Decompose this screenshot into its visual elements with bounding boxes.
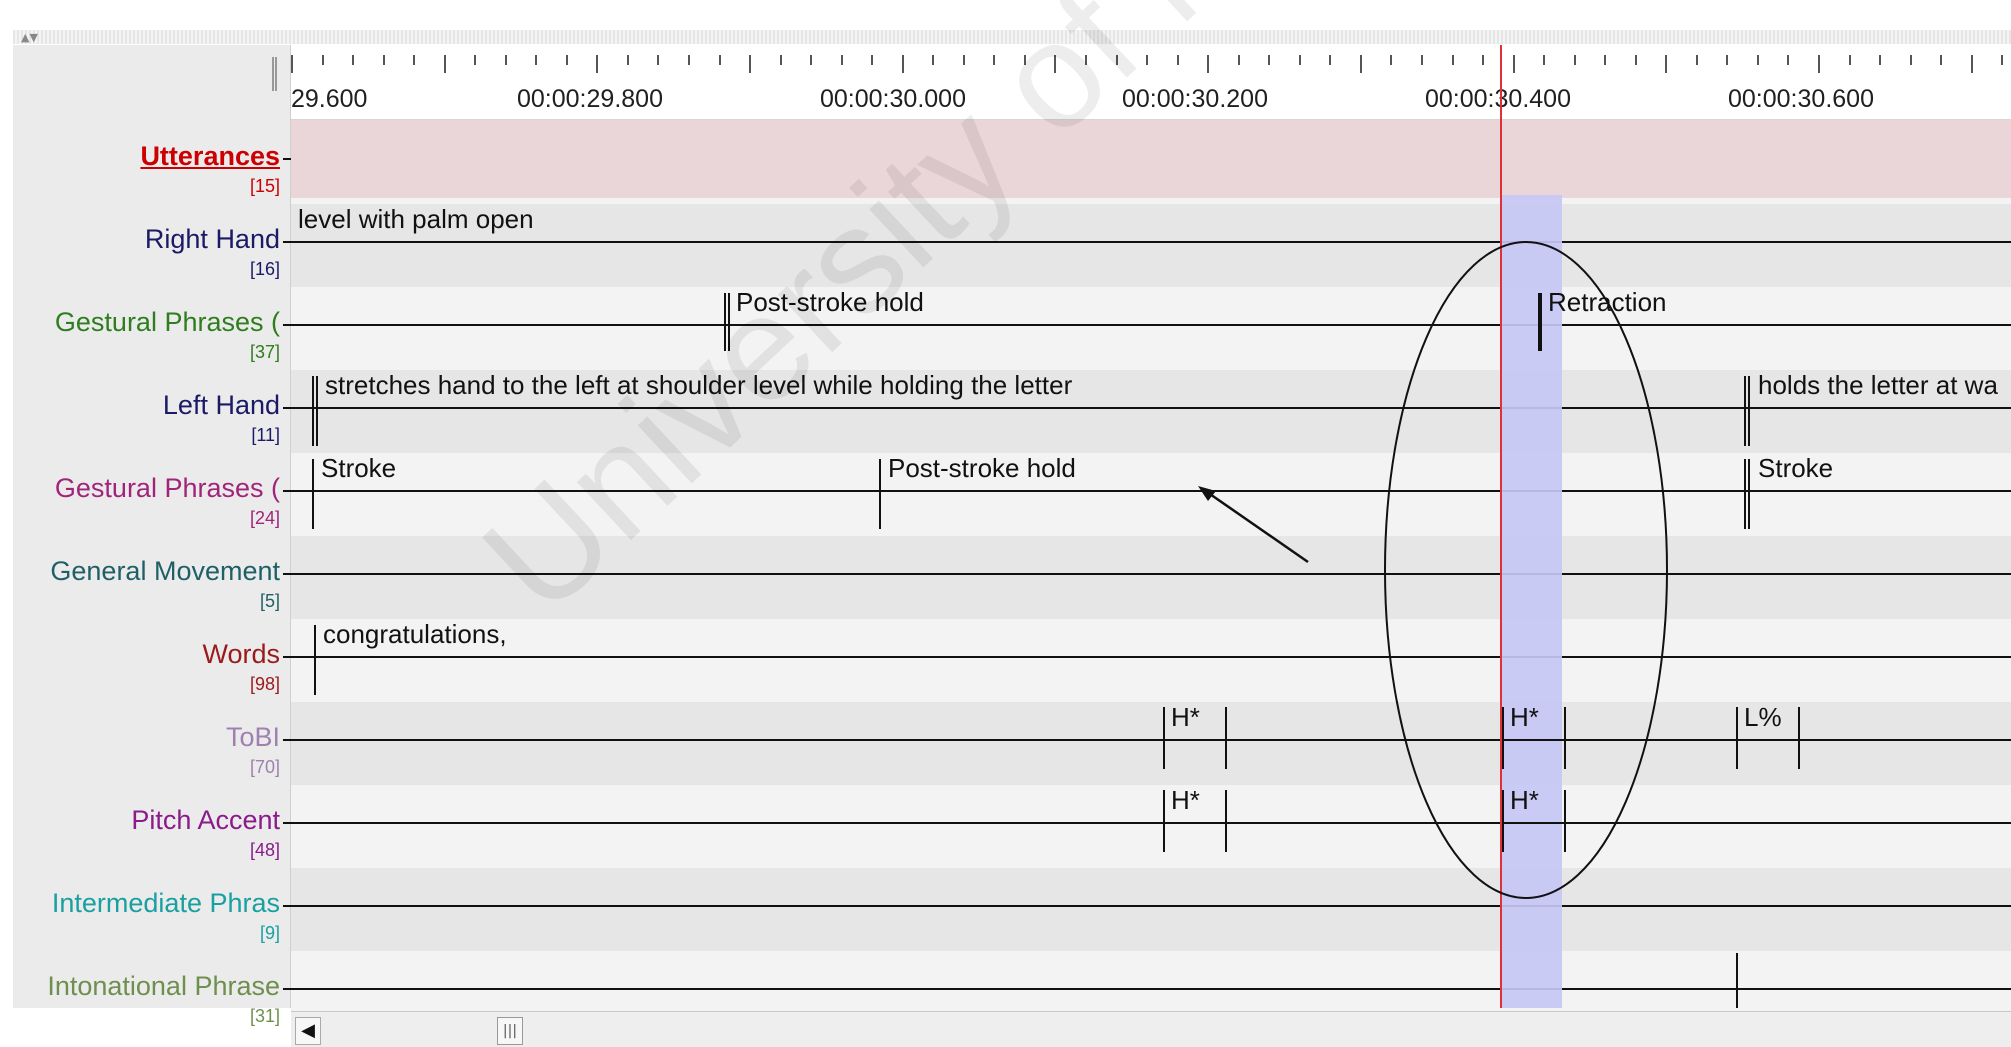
highlight-ellipse <box>1384 241 1668 899</box>
scroll-thumb[interactable]: ||| <box>497 1017 523 1045</box>
pointer-arrow-head <box>1198 486 1216 501</box>
scroll-left-button[interactable]: ◀ <box>295 1017 321 1045</box>
markup-overlay <box>1198 241 1668 899</box>
horizontal-scrollbar[interactable]: ◀ ||| <box>291 1011 2011 1047</box>
annotation-window: ▲▼ 29.600 00:00:29.800 00:00:30.000 00:00:3… <box>0 0 2011 1047</box>
pointer-arrow <box>1206 490 1309 564</box>
